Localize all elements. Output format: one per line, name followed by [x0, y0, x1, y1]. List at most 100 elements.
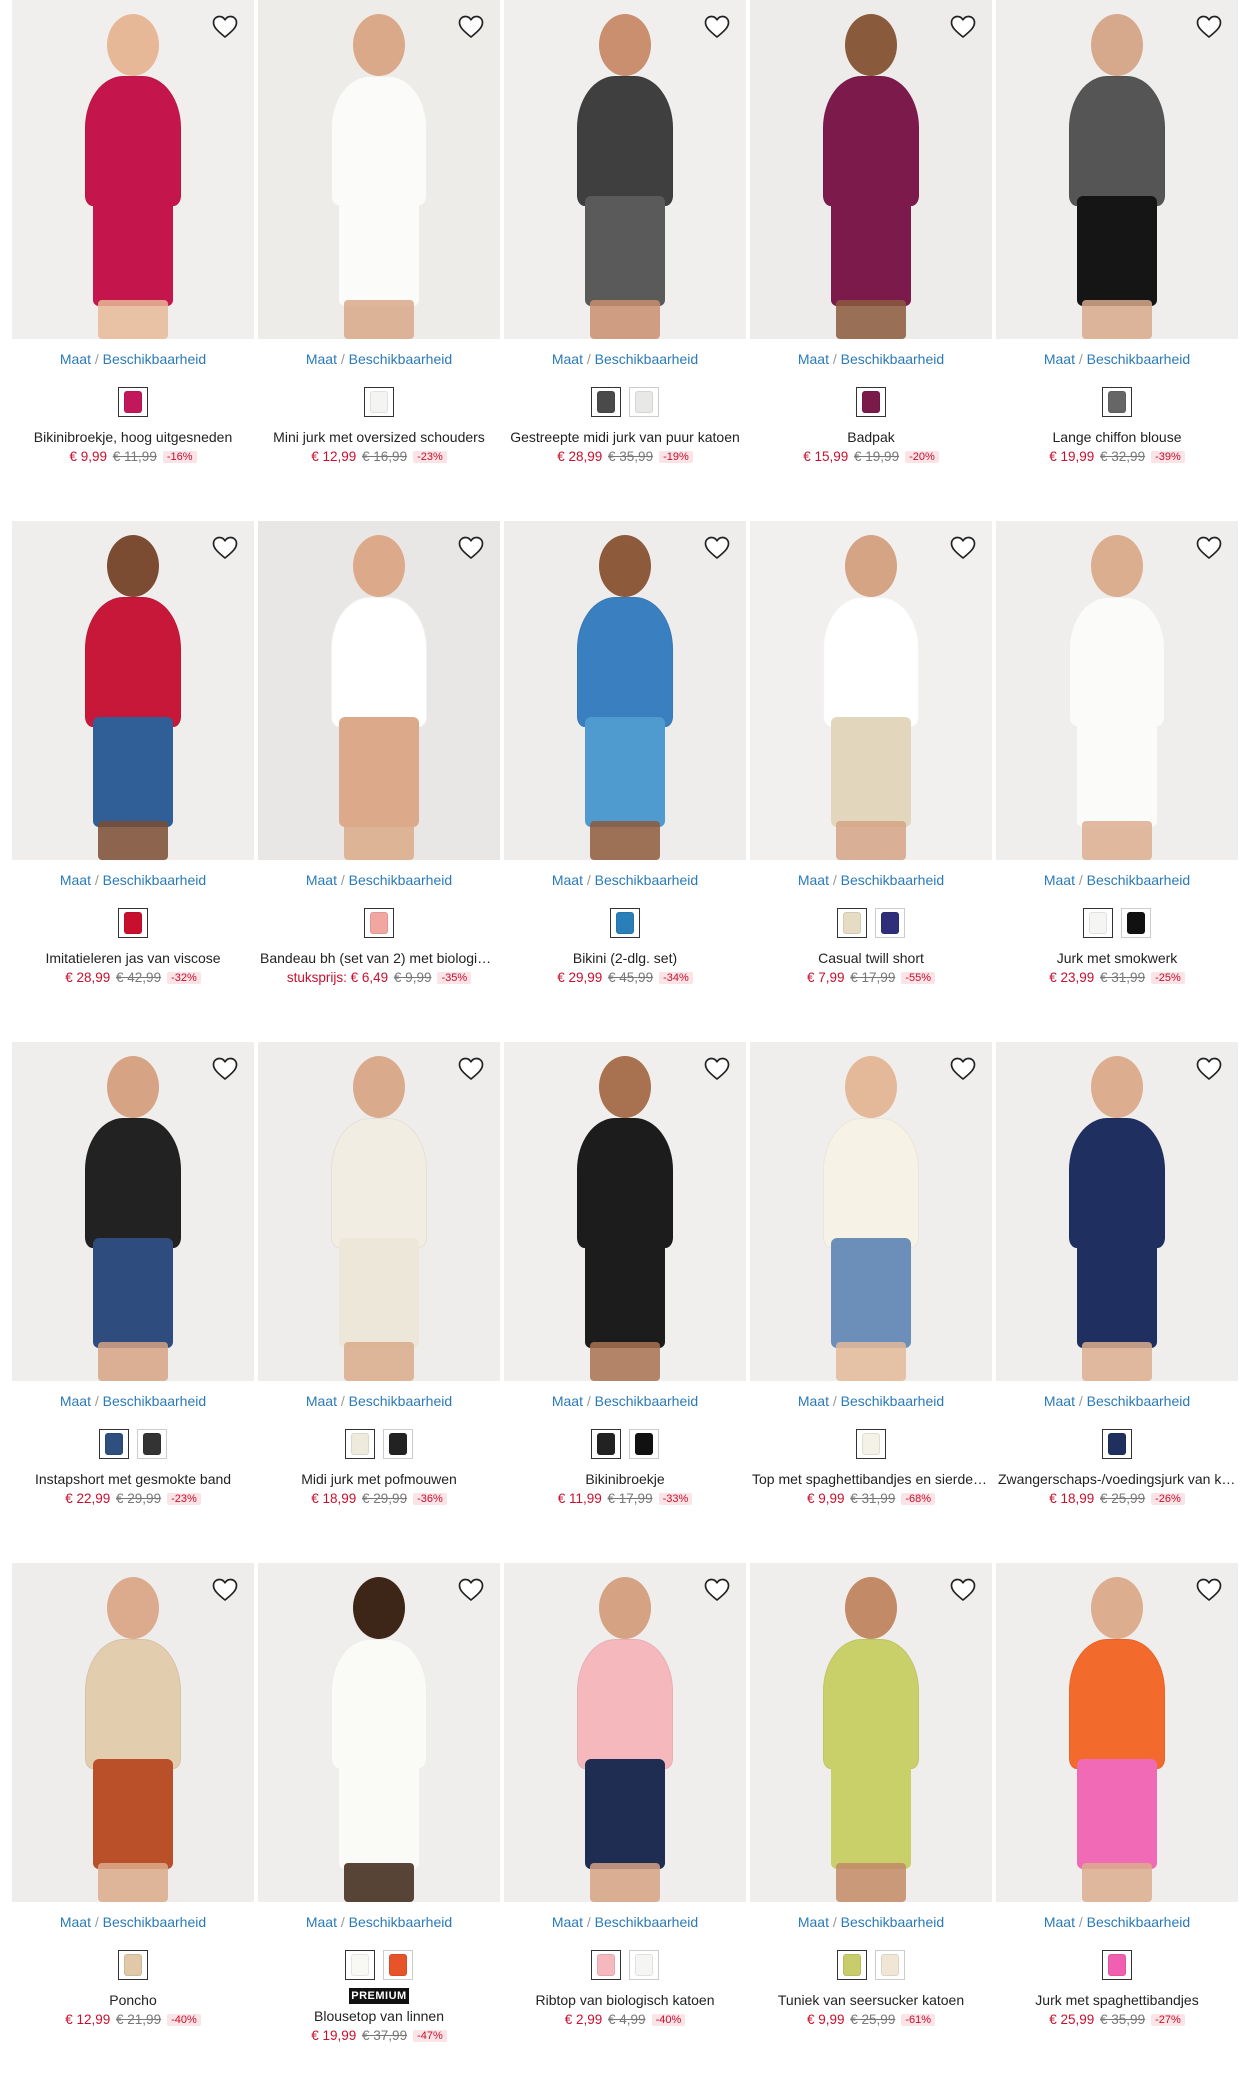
color-swatch[interactable]: [629, 387, 659, 417]
product-image[interactable]: [504, 1563, 746, 1902]
size-availability-link[interactable]: Maat / Beschikbaarheid: [504, 351, 746, 369]
size-availability-link[interactable]: Maat / Beschikbaarheid: [258, 872, 500, 890]
product-name[interactable]: Midi jurk met pofmouwen: [258, 1471, 500, 1487]
product-image[interactable]: [12, 0, 254, 339]
color-swatch[interactable]: [610, 908, 640, 938]
size-availability-link[interactable]: Maat / Beschikbaarheid: [750, 351, 992, 369]
color-swatch[interactable]: [629, 1429, 659, 1459]
product-name[interactable]: Jurk met smokwerk: [996, 950, 1238, 966]
product-name[interactable]: Lange chiffon blouse: [996, 429, 1238, 445]
product-name[interactable]: Casual twill short: [750, 950, 992, 966]
color-swatch[interactable]: [1121, 908, 1151, 938]
wishlist-heart-icon[interactable]: [1192, 10, 1226, 44]
wishlist-heart-icon[interactable]: [946, 1052, 980, 1086]
color-swatch[interactable]: [364, 908, 394, 938]
size-availability-link[interactable]: Maat / Beschikbaarheid: [258, 1914, 500, 1932]
product-card[interactable]: Maat / Beschikbaarheid Bikini (2-dlg. set…: [504, 521, 746, 1042]
color-swatch[interactable]: [591, 1950, 621, 1980]
product-image[interactable]: [996, 1563, 1238, 1902]
color-swatch[interactable]: [118, 908, 148, 938]
wishlist-heart-icon[interactable]: [208, 10, 242, 44]
product-name[interactable]: Top met spaghettibandjes en sierdetail: [750, 1471, 992, 1487]
product-card[interactable]: Maat / Beschikbaarheid Lange chiffon blou…: [996, 0, 1238, 521]
wishlist-heart-icon[interactable]: [700, 10, 734, 44]
color-swatch[interactable]: [383, 1429, 413, 1459]
color-swatch[interactable]: [1102, 1429, 1132, 1459]
wishlist-heart-icon[interactable]: [454, 531, 488, 565]
color-swatch[interactable]: [345, 1429, 375, 1459]
color-swatch[interactable]: [629, 1950, 659, 1980]
product-card[interactable]: Maat / Beschikbaarheid Zwangerschaps-/voe…: [996, 1042, 1238, 1563]
product-card[interactable]: Maat / Beschikbaarheid Gestreepte midi ju…: [504, 0, 746, 521]
size-availability-link[interactable]: Maat / Beschikbaarheid: [12, 351, 254, 369]
product-name[interactable]: Blousetop van linnen: [258, 2008, 500, 2024]
product-name[interactable]: Zwangerschaps-/voedingsjurk van katoen: [996, 1471, 1238, 1487]
product-image[interactable]: [750, 0, 992, 339]
size-availability-link[interactable]: Maat / Beschikbaarheid: [750, 1393, 992, 1411]
wishlist-heart-icon[interactable]: [700, 1052, 734, 1086]
color-swatch[interactable]: [137, 1429, 167, 1459]
wishlist-heart-icon[interactable]: [208, 1052, 242, 1086]
color-swatch[interactable]: [1102, 387, 1132, 417]
wishlist-heart-icon[interactable]: [700, 1573, 734, 1607]
wishlist-heart-icon[interactable]: [208, 1573, 242, 1607]
color-swatch[interactable]: [118, 387, 148, 417]
size-availability-link[interactable]: Maat / Beschikbaarheid: [750, 1914, 992, 1932]
size-availability-link[interactable]: Maat / Beschikbaarheid: [258, 351, 500, 369]
size-availability-link[interactable]: Maat / Beschikbaarheid: [258, 1393, 500, 1411]
size-availability-link[interactable]: Maat / Beschikbaarheid: [12, 1393, 254, 1411]
color-swatch[interactable]: [1083, 908, 1113, 938]
color-swatch[interactable]: [875, 908, 905, 938]
product-card[interactable]: Maat / Beschikbaarheid Casual twill short…: [750, 521, 992, 1042]
product-image[interactable]: [258, 1563, 500, 1902]
product-image[interactable]: [258, 1042, 500, 1381]
product-card[interactable]: Maat / Beschikbaarheid Bikinibroekje € 11,…: [504, 1042, 746, 1563]
wishlist-heart-icon[interactable]: [946, 531, 980, 565]
product-name[interactable]: Bikini (2-dlg. set): [504, 950, 746, 966]
product-card[interactable]: Maat / Beschikbaarheid Instapshort met ge…: [12, 1042, 254, 1563]
size-availability-link[interactable]: Maat / Beschikbaarheid: [504, 872, 746, 890]
color-swatch[interactable]: [383, 1950, 413, 1980]
product-image[interactable]: [504, 1042, 746, 1381]
product-image[interactable]: [12, 1563, 254, 1902]
product-card[interactable]: Maat / Beschikbaarheid Bikinibroekje, hoo…: [12, 0, 254, 521]
product-name[interactable]: Tuniek van seersucker katoen: [750, 1992, 992, 2008]
size-availability-link[interactable]: Maat / Beschikbaarheid: [12, 1914, 254, 1932]
product-name[interactable]: Ribtop van biologisch katoen: [504, 1992, 746, 2008]
product-card[interactable]: Maat / Beschikbaarheid PREMIUM Blousetop v…: [258, 1563, 500, 2084]
wishlist-heart-icon[interactable]: [208, 531, 242, 565]
wishlist-heart-icon[interactable]: [946, 10, 980, 44]
product-image[interactable]: [504, 521, 746, 860]
product-image[interactable]: [258, 0, 500, 339]
product-image[interactable]: [996, 0, 1238, 339]
product-image[interactable]: [750, 1563, 992, 1902]
product-name[interactable]: Poncho: [12, 1992, 254, 2008]
color-swatch[interactable]: [591, 387, 621, 417]
size-availability-link[interactable]: Maat / Beschikbaarheid: [996, 1914, 1238, 1932]
product-name[interactable]: Instapshort met gesmokte band: [12, 1471, 254, 1487]
color-swatch[interactable]: [856, 1429, 886, 1459]
color-swatch[interactable]: [837, 908, 867, 938]
color-swatch[interactable]: [591, 1429, 621, 1459]
product-card[interactable]: Maat / Beschikbaarheid Bandeau bh (set va…: [258, 521, 500, 1042]
product-image[interactable]: [12, 521, 254, 860]
wishlist-heart-icon[interactable]: [454, 1573, 488, 1607]
color-swatch[interactable]: [837, 1950, 867, 1980]
product-name[interactable]: Bikinibroekje, hoog uitgesneden: [12, 429, 254, 445]
color-swatch[interactable]: [99, 1429, 129, 1459]
product-card[interactable]: Maat / Beschikbaarheid Poncho € 12,99 € 21…: [12, 1563, 254, 2084]
product-name[interactable]: Bandeau bh (set van 2) met biologisch ka…: [258, 950, 500, 966]
product-card[interactable]: Maat / Beschikbaarheid Imitatieleren jas …: [12, 521, 254, 1042]
product-card[interactable]: Maat / Beschikbaarheid Mini jurk met over…: [258, 0, 500, 521]
product-card[interactable]: Maat / Beschikbaarheid Jurk met spaghetti…: [996, 1563, 1238, 2084]
wishlist-heart-icon[interactable]: [454, 10, 488, 44]
size-availability-link[interactable]: Maat / Beschikbaarheid: [12, 872, 254, 890]
product-image[interactable]: [504, 0, 746, 339]
size-availability-link[interactable]: Maat / Beschikbaarheid: [504, 1393, 746, 1411]
product-image[interactable]: [750, 1042, 992, 1381]
product-image[interactable]: [996, 1042, 1238, 1381]
size-availability-link[interactable]: Maat / Beschikbaarheid: [996, 351, 1238, 369]
product-image[interactable]: [750, 521, 992, 860]
wishlist-heart-icon[interactable]: [1192, 1052, 1226, 1086]
product-card[interactable]: Maat / Beschikbaarheid Jurk met smokwerk €…: [996, 521, 1238, 1042]
